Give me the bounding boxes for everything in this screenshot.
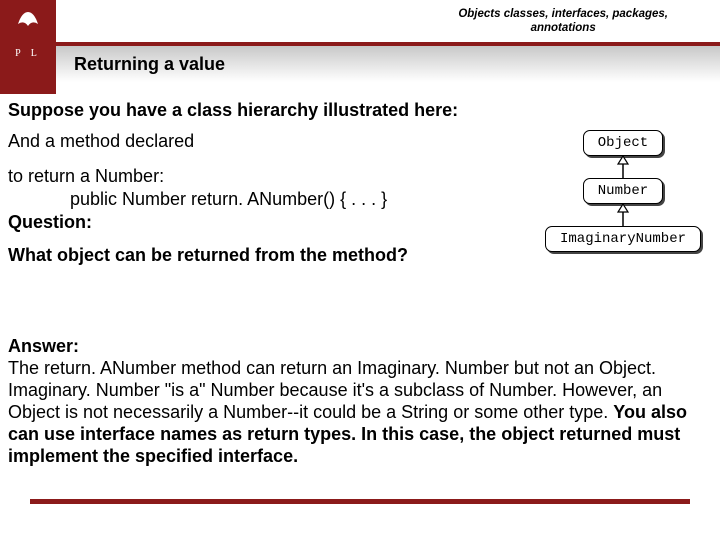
class-hierarchy: Object Number ImaginaryNumber [538,130,708,252]
top-right-line1: Objects classes, interfaces, packages, [458,8,668,22]
left-block: to return a Number: public Number return… [8,166,528,266]
top-right-label: Objects classes, interfaces, packages, a… [458,8,668,36]
hierarchy-node-imaginary: ImaginaryNumber [545,226,701,252]
logo-text: P L [15,48,41,59]
question-label: Question: [8,212,528,233]
hierarchy-node-number: Number [583,178,663,204]
header: P L Objects classes, interfaces, package… [0,0,720,54]
eagle-icon [14,6,42,30]
body: Suppose you have a class hierarchy illus… [8,100,712,266]
top-right-line2: annotations [458,22,668,36]
arrow-up-icon [616,156,630,178]
answer-p1: The return. ANumber method can return an… [8,358,662,422]
hierarchy-node-object: Object [583,130,663,156]
arrow-up-icon [616,204,630,226]
title-band: Returning a value [56,46,720,82]
to-return-line: to return a Number: [8,166,528,187]
answer-label: Answer: [8,336,79,356]
intro-line: Suppose you have a class hierarchy illus… [8,100,712,121]
answer-block: Answer: The return. ANumber method can r… [8,336,710,468]
code-line: public Number return. ANumber() { . . . … [8,189,528,210]
slide-title: Returning a value [74,54,225,75]
slide-root: P L Objects classes, interfaces, package… [0,0,720,540]
question-text: What object can be returned from the met… [8,245,508,266]
logo-column: P L [0,0,56,94]
footer-rule [30,499,690,504]
